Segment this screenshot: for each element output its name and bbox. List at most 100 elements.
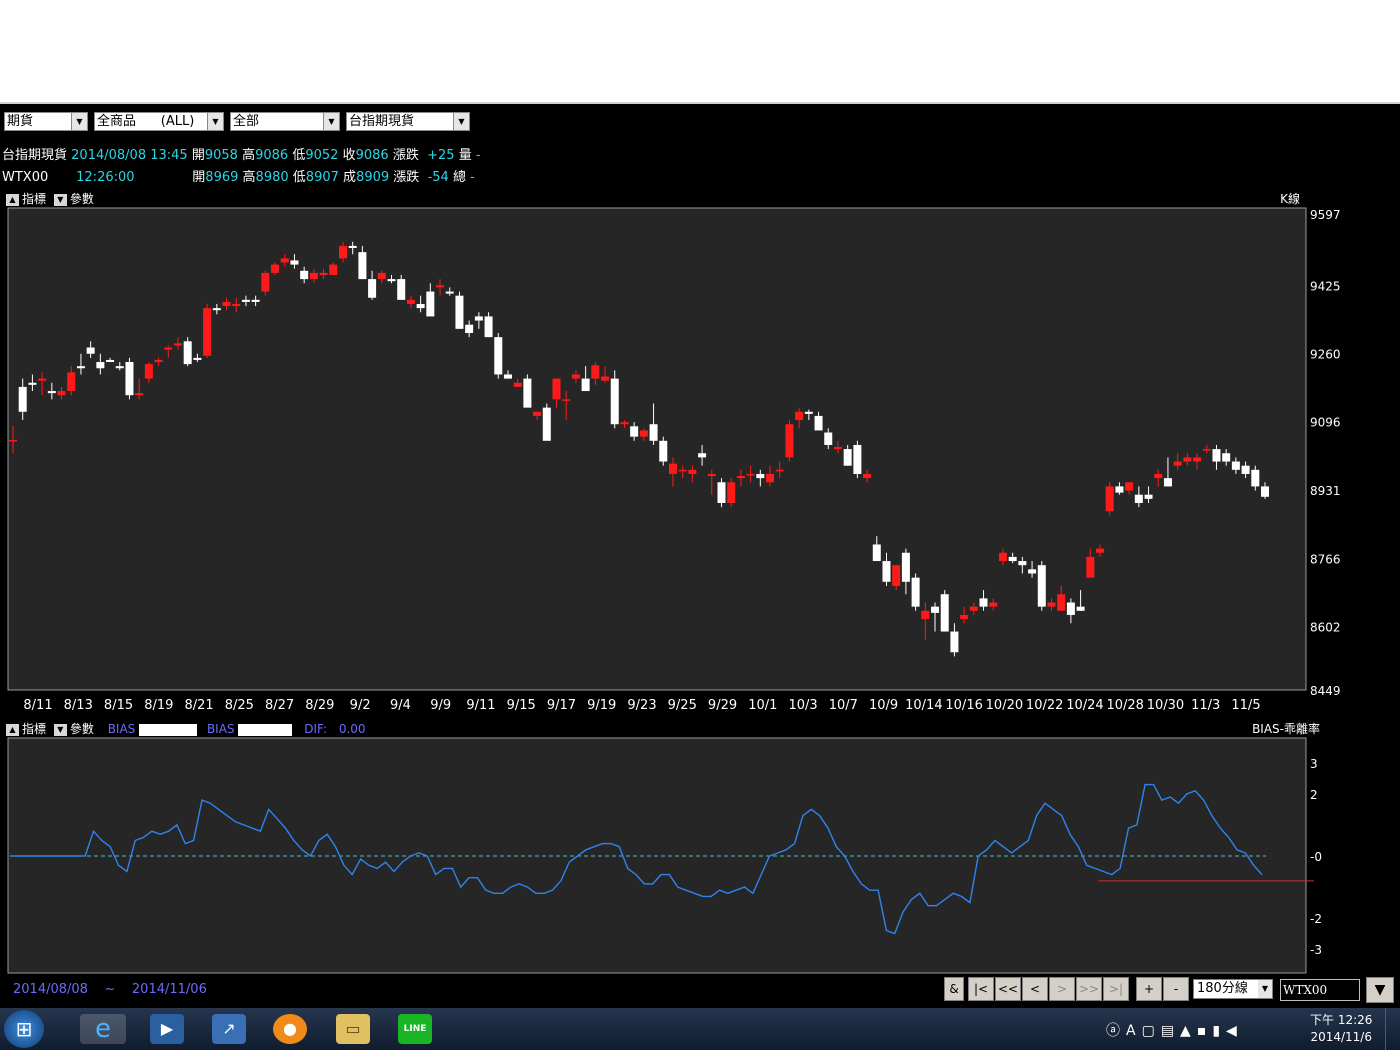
zoom-out-button[interactable]: -: [1163, 977, 1189, 1001]
symbol-value: WTX00: [1283, 983, 1328, 997]
chat-tray-icon[interactable]: ▪: [1197, 1023, 1213, 1039]
candle-body: [940, 594, 949, 632]
candle-body: [154, 359, 163, 363]
period-select[interactable]: 180分線 ▼: [1193, 979, 1273, 999]
candle-body: [1163, 478, 1172, 487]
prev-button[interactable]: <: [1022, 977, 1048, 1001]
show-desktop-button[interactable]: [1385, 1008, 1400, 1050]
zoom-in-button[interactable]: +: [1136, 977, 1162, 1001]
page-forward-button[interactable]: >>: [1076, 977, 1102, 1001]
candle-body: [397, 279, 406, 300]
line-app-icon[interactable]: LINE: [398, 1014, 432, 1044]
and-button[interactable]: &: [944, 977, 964, 1001]
candle: [125, 357, 134, 400]
clock-date: 2014/11/6: [1310, 1030, 1372, 1044]
quote-row-spot: 台指期現貨 2014/08/08 13:45 開9058 高9086 低9052…: [2, 144, 481, 163]
close-value: 9086: [355, 148, 389, 163]
x-tick-label: 10/3: [788, 698, 817, 713]
candle-body: [241, 299, 250, 302]
page-back-button[interactable]: <<: [995, 977, 1021, 1001]
candle-body: [911, 577, 920, 607]
candle-body: [746, 473, 755, 476]
quote-name: 台指期現貨: [2, 148, 68, 163]
speaker-icon[interactable]: ◀: [1226, 1023, 1243, 1039]
candle-body: [1076, 606, 1085, 611]
high-value: 8980: [255, 170, 289, 185]
open-label: 開: [191, 148, 205, 163]
x-tick-label: 9/15: [507, 698, 536, 713]
internet-explorer-icon[interactable]: e: [80, 1014, 126, 1044]
y-tick-label: 9597: [1310, 208, 1341, 222]
tray-icons: ⓐA▢▤▲▪▮◀: [1106, 1020, 1243, 1040]
candle-body: [921, 610, 930, 620]
candle-body: [445, 291, 454, 294]
y-tick-label: -2: [1310, 912, 1322, 926]
candle-body: [387, 279, 396, 282]
market-type-select[interactable]: 期貨 ▼: [4, 112, 88, 131]
candle-body: [1057, 594, 1066, 611]
candle-body: [96, 362, 105, 369]
media-player-icon[interactable]: ▶: [150, 1014, 184, 1044]
product-select[interactable]: 全商品 (ALL) ▼: [94, 112, 224, 131]
candle-body: [882, 561, 891, 582]
candle: [940, 590, 949, 632]
chat-app-icon[interactable]: ●: [273, 1014, 307, 1044]
candle-body: [562, 399, 571, 401]
window-icon[interactable]: ▢: [1142, 1023, 1161, 1039]
x-tick-label: 10/16: [945, 698, 982, 713]
low-label: 低: [292, 170, 306, 185]
quote-datetime: 2014/08/08 13:45: [71, 148, 188, 163]
candle-body: [931, 606, 940, 613]
show-hidden-icon[interactable]: ▲: [1180, 1023, 1197, 1039]
market-type-value: 期貨: [7, 114, 34, 129]
volume-label: 量: [458, 148, 472, 163]
candle-body: [1212, 449, 1221, 462]
tablet-icon[interactable]: ▤: [1161, 1023, 1180, 1039]
candle-body: [989, 602, 998, 607]
app-window: 期貨 ▼ 全商品 (ALL) ▼ 全部 ▼ 台指期現貨 ▼ 台指期現貨 2014/08/…: [0, 102, 1400, 1008]
candle-body: [698, 453, 707, 458]
candle-body: [717, 482, 726, 503]
candle-body: [610, 378, 619, 425]
candle: [785, 420, 794, 462]
network-icon[interactable]: ▮: [1212, 1023, 1226, 1039]
start-button[interactable]: ⊞: [4, 1010, 44, 1048]
x-tick-label: 9/9: [430, 698, 451, 713]
candle-body: [67, 372, 76, 392]
open-value: 8969: [205, 170, 239, 185]
candle: [494, 333, 503, 379]
candle-body: [232, 303, 241, 307]
trading-app-icon[interactable]: ↗: [212, 1014, 246, 1044]
x-tick-label: 10/24: [1066, 698, 1103, 713]
product-value: 全商品 (ALL): [97, 114, 195, 129]
instrument-select[interactable]: 台指期現貨 ▼: [346, 112, 470, 131]
candle-body: [1008, 556, 1017, 562]
candle-body: [513, 382, 522, 387]
candle-body: [1066, 602, 1075, 615]
kline-plot-area: [7, 207, 1307, 691]
symbol-input[interactable]: WTX00: [1280, 979, 1360, 1001]
dropdown-button[interactable]: ▼: [1366, 977, 1394, 1003]
candle-body: [1261, 486, 1269, 497]
last-button[interactable]: >|: [1103, 977, 1129, 1001]
chevron-down-icon: ▼: [1258, 980, 1272, 998]
candle: [455, 291, 464, 329]
font-a-icon[interactable]: A: [1126, 1023, 1142, 1039]
close-label: 收: [342, 148, 356, 163]
x-tick-label: 8/29: [305, 698, 334, 713]
clock[interactable]: 下午 12:26 2014/11/6: [1310, 1012, 1372, 1046]
candle-body: [1086, 556, 1095, 578]
folder-icon[interactable]: ▭: [336, 1014, 370, 1044]
candle: [203, 303, 212, 358]
next-button[interactable]: >: [1049, 977, 1075, 1001]
candle: [727, 478, 736, 508]
y-tick-label: 8449: [1310, 684, 1341, 698]
candle: [542, 403, 551, 441]
candle-body: [1231, 461, 1240, 470]
ime-icon[interactable]: ⓐ: [1106, 1023, 1126, 1039]
candle-body: [484, 316, 493, 338]
category-select[interactable]: 全部 ▼: [230, 112, 340, 131]
candle-body: [280, 258, 289, 263]
first-button[interactable]: |<: [968, 977, 994, 1001]
quote-row-futures: WTX00 12:26:00 開8969 高8980 低8907 成8909 漲…: [2, 166, 475, 185]
